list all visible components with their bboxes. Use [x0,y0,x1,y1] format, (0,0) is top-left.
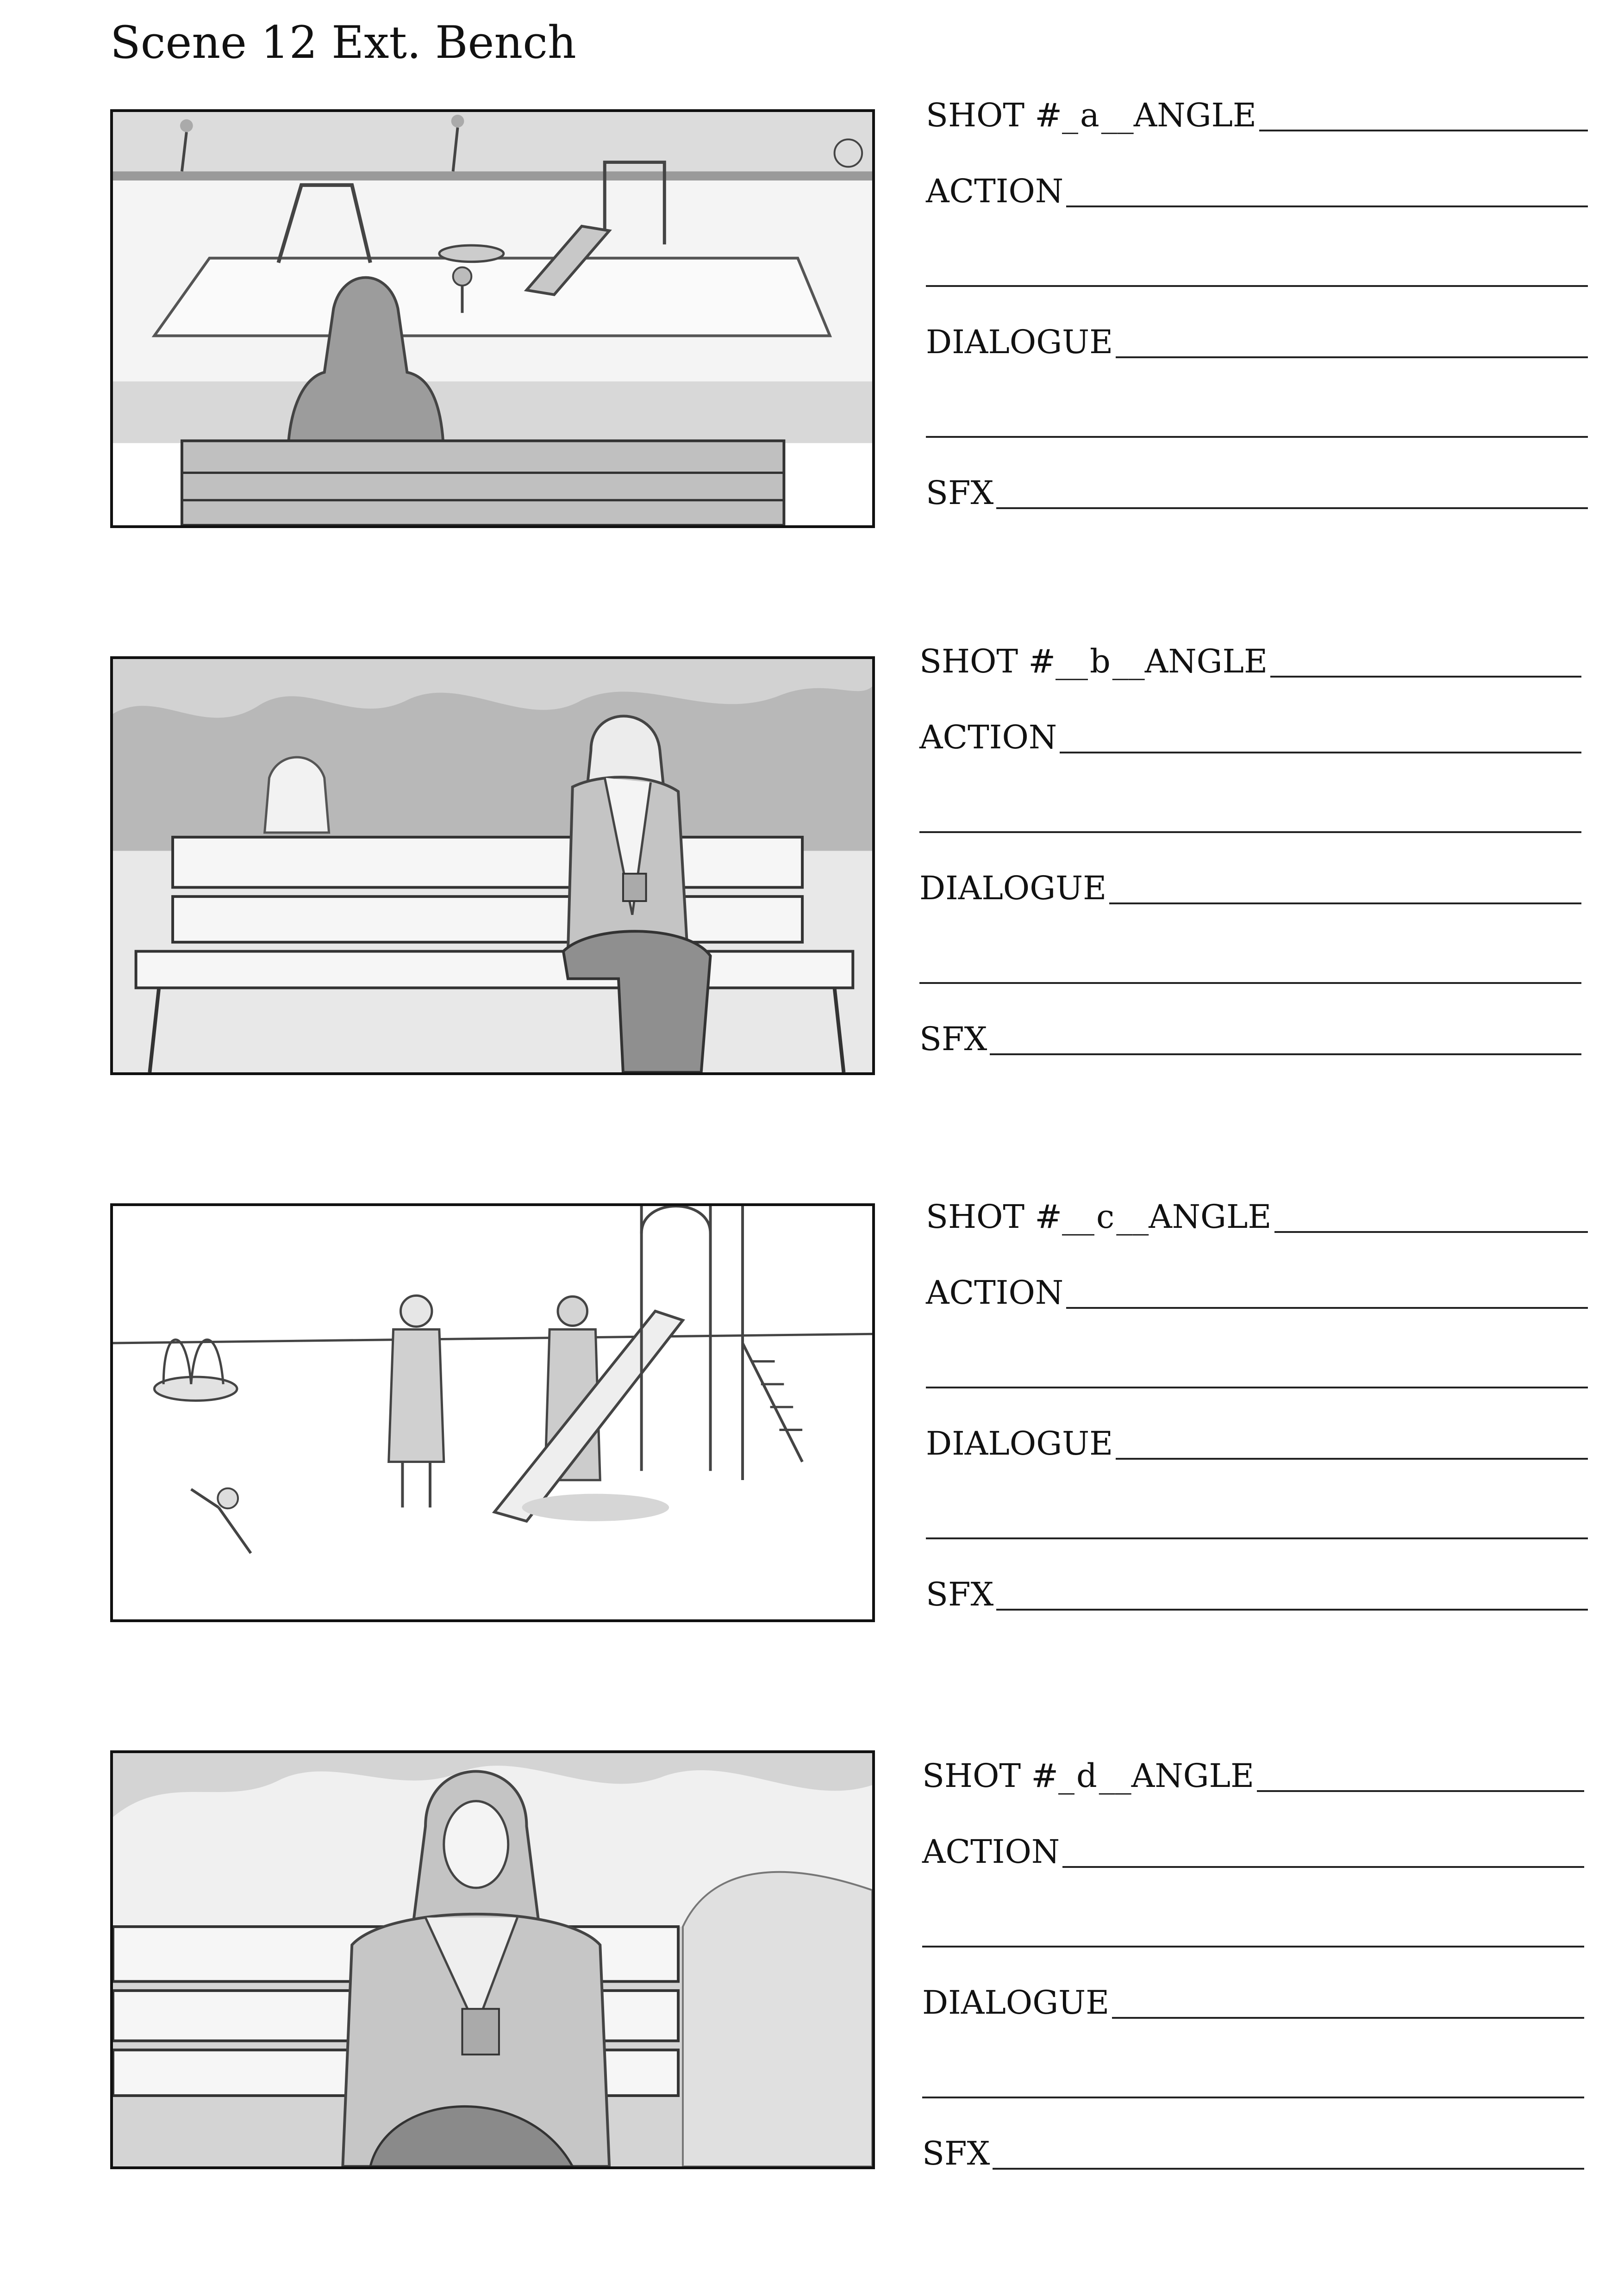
action-input-line-2[interactable] [919,831,1581,833]
dialogue-row[interactable]: DIALOGUE [922,1980,1584,2022]
shot-label: SHOT #_ [922,1757,1074,1795]
shot-label: SHOT #_ [926,96,1078,134]
storyboard-frame-a [110,109,875,528]
angle-label: ANGLE [1131,1757,1255,1795]
action-input-line-2[interactable] [922,1946,1584,1948]
dialogue-row[interactable]: DIALOGUE [926,1421,1588,1462]
angle-label: ANGLE [1144,642,1268,680]
shot-angle-row[interactable]: SHOT #_d__ANGLE [922,1753,1584,1795]
dialogue-row[interactable]: DIALOGUE [926,319,1588,361]
shot-angle-row[interactable]: SHOT #_a__ANGLE [926,93,1588,134]
shot-id: b [1089,642,1111,680]
action-input-line[interactable] [1066,1307,1588,1309]
sfx-input-line[interactable] [990,1053,1581,1055]
shot-id: c [1096,1198,1115,1236]
action-input-line[interactable] [1062,1866,1584,1868]
dialogue-label: DIALOGUE [922,1984,1110,2022]
shot-id: a [1080,96,1099,134]
sfx-label: SFX [926,474,994,512]
dialogue-input-line[interactable] [1112,2017,1584,2019]
action-label: ACTION [926,1274,1064,1312]
action-input-line[interactable] [1066,205,1588,207]
action-row[interactable]: ACTION [922,1829,1584,1871]
storyboard-frame-b [110,656,875,1075]
storyboard-frame-c [110,1203,875,1622]
action-row[interactable]: ACTION [919,715,1581,756]
dialogue-label: DIALOGUE [926,323,1113,361]
sfx-row[interactable]: SFX [926,1572,1588,1613]
dialogue-input-line-2[interactable] [919,982,1581,984]
action-input-line-2[interactable] [926,285,1588,287]
action-row[interactable]: ACTION [926,168,1588,210]
sketch-woman-bench-side [113,659,872,1072]
angle-input-line[interactable] [1259,130,1588,131]
dialogue-label: DIALOGUE [919,869,1107,907]
shot-angle-row[interactable]: SHOT #__b__ANGLE [919,639,1581,680]
sfx-input-line[interactable] [993,2168,1584,2170]
sfx-row[interactable]: SFX [926,470,1588,512]
shot-label: SHOT #_ [926,1198,1078,1236]
action-label: ACTION [926,172,1064,210]
sfx-row[interactable]: SFX [922,2131,1584,2172]
dialogue-label: DIALOGUE [926,1425,1113,1462]
angle-label: ANGLE [1133,96,1257,134]
action-label: ACTION [919,718,1057,756]
shot-id: d [1076,1757,1097,1795]
sketch-playground-back-view [113,112,872,525]
sfx-input-line[interactable] [996,507,1588,509]
storyboard-frame-d [110,1750,875,2169]
sfx-label: SFX [926,1575,994,1613]
dialogue-row[interactable]: DIALOGUE [919,865,1581,907]
shot-angle-row[interactable]: SHOT #__c__ANGLE [926,1194,1588,1236]
angle-input-line[interactable] [1274,1231,1588,1233]
sketch-woman-bench-front [113,1753,872,2166]
angle-input-line[interactable] [1257,1790,1584,1792]
sfx-label: SFX [922,2134,990,2172]
action-row[interactable]: ACTION [926,1270,1588,1312]
action-input-line[interactable] [1060,752,1581,753]
action-input-line-2[interactable] [926,1387,1588,1388]
sketch-playground-slide [113,1206,872,1619]
dialogue-input-line-2[interactable] [922,2097,1584,2098]
action-label: ACTION [922,1833,1060,1871]
dialogue-input-line-2[interactable] [926,436,1588,438]
dialogue-input-line[interactable] [1116,1458,1588,1460]
angle-input-line[interactable] [1270,676,1581,678]
sfx-label: SFX [919,1020,987,1058]
dialogue-input-line-2[interactable] [926,1537,1588,1539]
shot-label: SHOT #_ [919,642,1072,680]
dialogue-input-line[interactable] [1109,902,1581,904]
angle-label: ANGLE [1149,1198,1272,1236]
page-title: Scene 12 Ext. Bench [110,17,576,68]
sfx-input-line[interactable] [996,1609,1588,1611]
dialogue-input-line[interactable] [1116,356,1588,358]
sfx-row[interactable]: SFX [919,1016,1581,1058]
